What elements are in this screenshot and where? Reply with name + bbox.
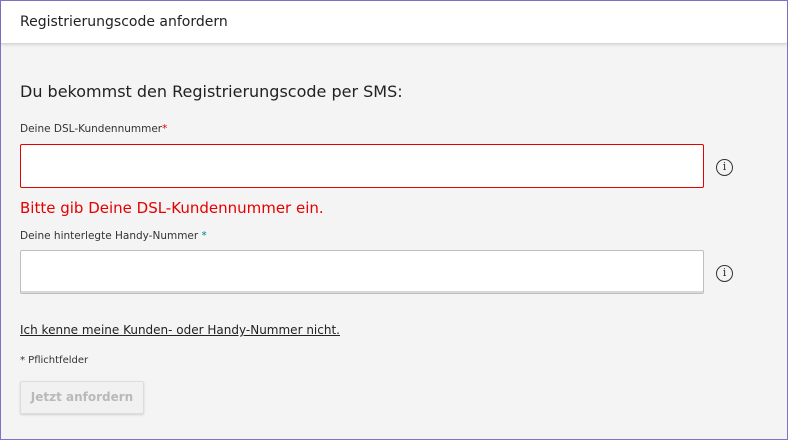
forgot-number-link[interactable]: Ich kenne meine Kunden- oder Handy-Numme… (20, 323, 340, 337)
customer-number-input[interactable] (20, 144, 704, 188)
mobile-number-label: Deine hinterlegte Handy-Nummer * (20, 230, 207, 242)
required-marker: * (162, 123, 168, 135)
mobile-number-input[interactable] (20, 250, 704, 294)
mobile-number-label-text: Deine hinterlegte Handy-Nummer (20, 230, 199, 242)
info-icon[interactable]: i (716, 159, 733, 176)
customer-number-label-text: Deine DSL-Kundennummer (20, 123, 163, 135)
dialog-title: Registrierungscode anfordern (20, 14, 228, 30)
required-marker: * (201, 230, 207, 242)
dialog: Registrierungscode anfordern Du bekommst… (0, 0, 788, 440)
customer-number-label: Deine DSL-Kundennummer* (20, 123, 167, 135)
dialog-header: Registrierungscode anfordern (1, 1, 787, 44)
intro-text: Du bekommst den Registrierungscode per S… (20, 82, 403, 101)
customer-number-error: Bitte gib Deine DSL-Kundennummer ein. (20, 199, 324, 217)
info-icon[interactable]: i (716, 265, 733, 282)
required-fields-note: * Pflichtfelder (20, 355, 89, 366)
submit-button[interactable]: Jetzt anfordern (20, 381, 144, 414)
